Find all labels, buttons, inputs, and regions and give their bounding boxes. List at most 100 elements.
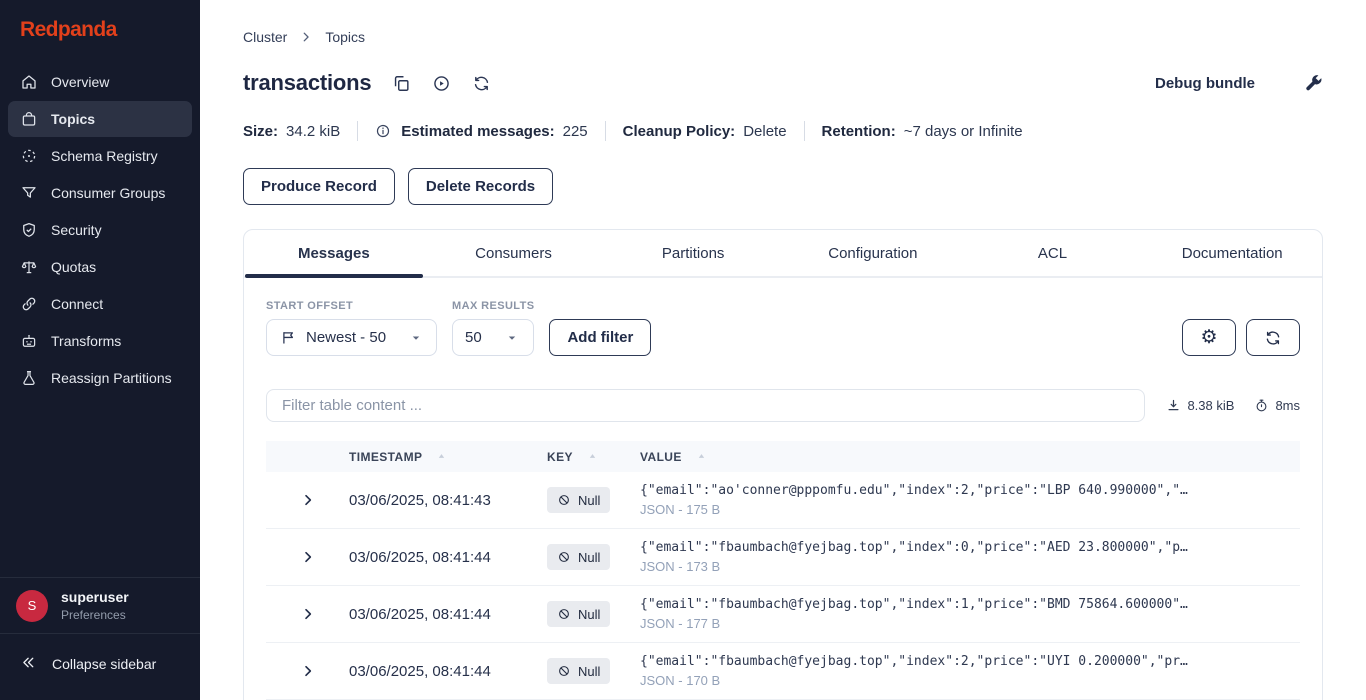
stopwatch-icon [1254, 398, 1269, 413]
stat-label: Estimated messages: [401, 122, 555, 140]
chevron-right-icon[interactable] [300, 492, 316, 508]
sidebar-item-label: Reassign Partitions [51, 370, 172, 386]
chevron-right-icon[interactable] [300, 663, 316, 679]
refresh-messages-button[interactable] [1246, 319, 1300, 356]
redpanda-logo[interactable]: Redpanda [0, 0, 200, 52]
column-header: VALUE [640, 449, 682, 464]
collapse-sidebar-button[interactable]: Collapse sidebar [0, 633, 200, 700]
main-content: Cluster Topics transactions Debug bundle… [200, 0, 1366, 700]
sidebar-item-label: Consumer Groups [51, 185, 166, 201]
preferences-link[interactable]: Preferences [61, 608, 129, 622]
sidebar-item-security[interactable]: Security [8, 212, 192, 248]
cell-value: {"email":"fbaumbach@fyejbag.top","index"… [640, 654, 1188, 669]
max-results-value: 50 [465, 329, 482, 346]
sidebar-item-transforms[interactable]: Transforms [8, 323, 192, 359]
filter-row: 8.38 kiB 8ms [266, 389, 1300, 422]
shield-icon [20, 221, 38, 239]
sidebar-item-connect[interactable]: Connect [8, 286, 192, 322]
play-circle-icon[interactable] [432, 74, 451, 93]
page-title: transactions [243, 70, 372, 95]
funnel-icon [20, 184, 38, 202]
add-filter-button[interactable]: Add filter [549, 319, 652, 356]
settings-button[interactable]: ⚙ [1182, 319, 1236, 356]
key-null-badge: Null [547, 487, 611, 513]
cell-value: {"email":"ao'conner@pppomfu.edu","index"… [640, 483, 1188, 498]
collapse-sidebar-label: Collapse sidebar [52, 656, 157, 672]
info-icon[interactable] [375, 123, 391, 139]
breadcrumb-topics[interactable]: Topics [325, 29, 365, 45]
filter-table-input[interactable] [266, 389, 1146, 422]
download-icon [1166, 398, 1181, 413]
stat-value: ~7 days or Infinite [903, 122, 1023, 140]
copy-icon[interactable] [392, 74, 411, 93]
table-row[interactable]: 03/06/2025, 08:41:43 Null {"email":"ao'c… [266, 472, 1300, 529]
cell-value: {"email":"fbaumbach@fyejbag.top","index"… [640, 597, 1188, 612]
sidebar-item-consumer-groups[interactable]: Consumer Groups [8, 175, 192, 211]
chevron-right-icon[interactable] [300, 606, 316, 622]
stat-value: 34.2 kiB [286, 122, 341, 140]
robot-icon [20, 332, 38, 350]
stat-label: Retention: [821, 122, 896, 140]
schema-registry-icon [20, 147, 38, 165]
debug-bundle-link[interactable]: Debug bundle [1155, 75, 1255, 92]
table-row[interactable]: 03/06/2025, 08:41:44 Null {"email":"fbau… [266, 643, 1300, 700]
flask-icon [20, 369, 38, 387]
messages-table: TIMESTAMP KEY VALUE 03/06/2025, 08:41:43… [266, 441, 1300, 700]
sidebar-item-schema-registry[interactable]: Schema Registry [8, 138, 192, 174]
wrench-icon[interactable] [1303, 73, 1323, 93]
sidebar-item-label: Quotas [51, 259, 97, 275]
sidebar-item-label: Topics [51, 111, 96, 127]
user-name: superuser [61, 589, 129, 605]
elapsed-time: 8ms [1275, 398, 1300, 413]
breadcrumb: Cluster Topics [243, 29, 1323, 45]
sidebar-item-overview[interactable]: Overview [8, 64, 192, 100]
tab-acl[interactable]: ACL [963, 230, 1143, 276]
table-row[interactable]: 03/06/2025, 08:41:44 Null {"email":"fbau… [266, 586, 1300, 643]
key-label: Null [578, 606, 601, 622]
title-row: transactions Debug bundle [243, 70, 1323, 96]
sidebar-item-label: Overview [51, 74, 110, 90]
null-icon [557, 664, 571, 678]
sidebar-nav: Overview Topics Schema Registry Consumer… [0, 52, 200, 396]
stat-label: Cleanup Policy: [622, 122, 736, 140]
table-header-row: TIMESTAMP KEY VALUE [266, 441, 1300, 472]
null-icon [557, 550, 571, 564]
breadcrumb-cluster[interactable]: Cluster [243, 29, 287, 45]
chevron-down-icon [409, 331, 423, 345]
refresh-icon [1264, 329, 1282, 347]
sidebar-item-quotas[interactable]: Quotas [8, 249, 192, 285]
tab-documentation[interactable]: Documentation [1142, 230, 1322, 276]
sidebar-item-topics[interactable]: Topics [8, 101, 192, 137]
key-label: Null [578, 549, 601, 565]
sidebar-item-label: Schema Registry [51, 148, 158, 164]
topic-card: Messages Consumers Partitions Configurat… [243, 229, 1323, 700]
gear-icon: ⚙ [1200, 327, 1218, 348]
stat-retention: Retention: ~7 days or Infinite [822, 123, 1023, 140]
start-offset-value: Newest - 50 [306, 329, 387, 346]
tab-partitions[interactable]: Partitions [603, 230, 783, 276]
sidebar-item-reassign-partitions[interactable]: Reassign Partitions [8, 360, 192, 396]
produce-record-button[interactable]: Produce Record [243, 168, 395, 205]
start-offset-select[interactable]: Newest - 50 [266, 319, 438, 356]
cell-value-meta: JSON - 173 B [640, 559, 721, 574]
refresh-icon[interactable] [472, 74, 491, 93]
sort-timestamp[interactable]: TIMESTAMP [349, 450, 547, 464]
cell-value-meta: JSON - 170 B [640, 673, 721, 688]
tab-messages[interactable]: Messages [244, 230, 424, 278]
delete-records-button[interactable]: Delete Records [407, 168, 554, 205]
chevron-right-icon[interactable] [300, 549, 316, 565]
sort-key[interactable]: KEY [547, 450, 640, 464]
message-controls: START OFFSET Newest - 50 MAX RESULTS 50 … [244, 278, 1322, 356]
home-icon [20, 73, 38, 91]
sort-asc-icon [586, 450, 599, 463]
table-row[interactable]: 03/06/2025, 08:41:44 Null {"email":"fbau… [266, 529, 1300, 586]
cell-timestamp: 03/06/2025, 08:41:44 [349, 605, 491, 623]
tab-consumers[interactable]: Consumers [424, 230, 604, 276]
chevrons-left-icon [20, 654, 37, 674]
cell-timestamp: 03/06/2025, 08:41:43 [349, 491, 491, 509]
stat-value: Delete [743, 122, 787, 140]
max-results-select[interactable]: 50 [452, 319, 535, 356]
topic-stats: Size: 34.2 kiB Estimated messages: 225 C… [243, 121, 1323, 141]
sort-value[interactable]: VALUE [640, 450, 1300, 464]
tab-configuration[interactable]: Configuration [783, 230, 963, 276]
